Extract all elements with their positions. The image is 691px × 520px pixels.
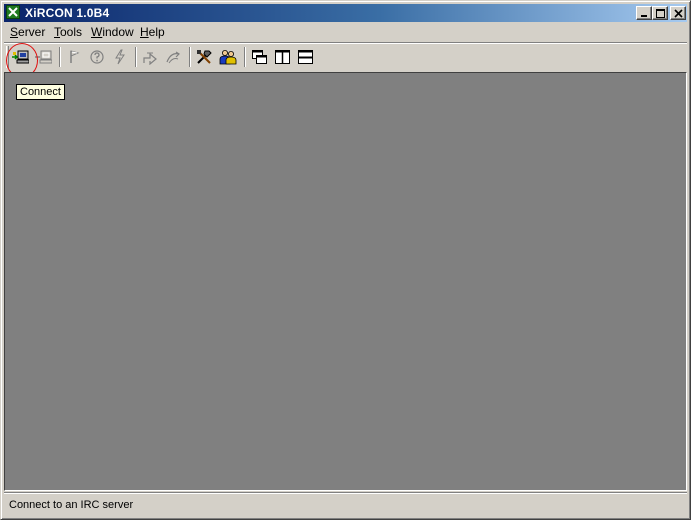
menu-bar: Server Tools Window Help [4,23,687,41]
question-button[interactable] [86,46,109,68]
menu-server[interactable]: Server [9,25,46,39]
menu-window-rest: indow [102,25,134,39]
minimize-icon [641,15,647,17]
tile-horizontal-button[interactable] [294,46,317,68]
lightning-icon [115,49,125,65]
users-button[interactable] [216,46,239,68]
toolbar-separator [189,47,191,67]
window-title: XiRCON 1.0B4 [25,6,110,20]
join-channel-icon [143,52,157,65]
app-window: XiRCON 1.0B4 Server Tools Window Help Co… [0,0,691,520]
tile-vertical-button[interactable] [271,46,294,68]
maximize-icon [656,9,665,18]
status-bar: Connect to an IRC server [4,494,687,516]
tile-vertical-icon [275,50,290,64]
toolbar-separator [135,47,137,67]
close-button[interactable] [670,6,686,20]
xircon-x-icon[interactable] [6,5,20,19]
tile-horizontal-icon [298,50,313,64]
tools-icon [197,50,212,64]
part-channel-button[interactable] [162,46,185,68]
connect-tooltip: Connect [16,84,65,100]
join-channel-button[interactable] [139,46,162,68]
title-bar[interactable]: XiRCON 1.0B4 [4,4,687,22]
maximize-button[interactable] [652,6,668,20]
users-icon [219,50,237,65]
minimize-button[interactable] [636,6,652,20]
lightning-button[interactable] [109,46,132,68]
toolbar-separator [244,47,246,67]
tools-button[interactable] [193,46,216,68]
flag-icon [70,50,80,63]
toolbar [4,44,687,70]
menu-tools[interactable]: Tools [53,25,83,39]
menu-tools-rest: ools [60,25,83,39]
part-channel-icon [166,51,180,64]
status-text: Connect to an IRC server [9,499,134,511]
menu-window[interactable]: Window [90,25,135,39]
question-icon [90,50,104,64]
mdi-client-area[interactable] [4,72,687,491]
menu-help-rest: elp [148,25,165,39]
close-icon [674,9,683,18]
cascade-windows-icon [252,50,267,64]
menu-server-rest: erver [18,25,46,39]
flag-button[interactable] [63,46,86,68]
toolbar-separator [59,47,61,67]
menu-help[interactable]: Help [139,25,166,39]
cascade-windows-button[interactable] [248,46,271,68]
